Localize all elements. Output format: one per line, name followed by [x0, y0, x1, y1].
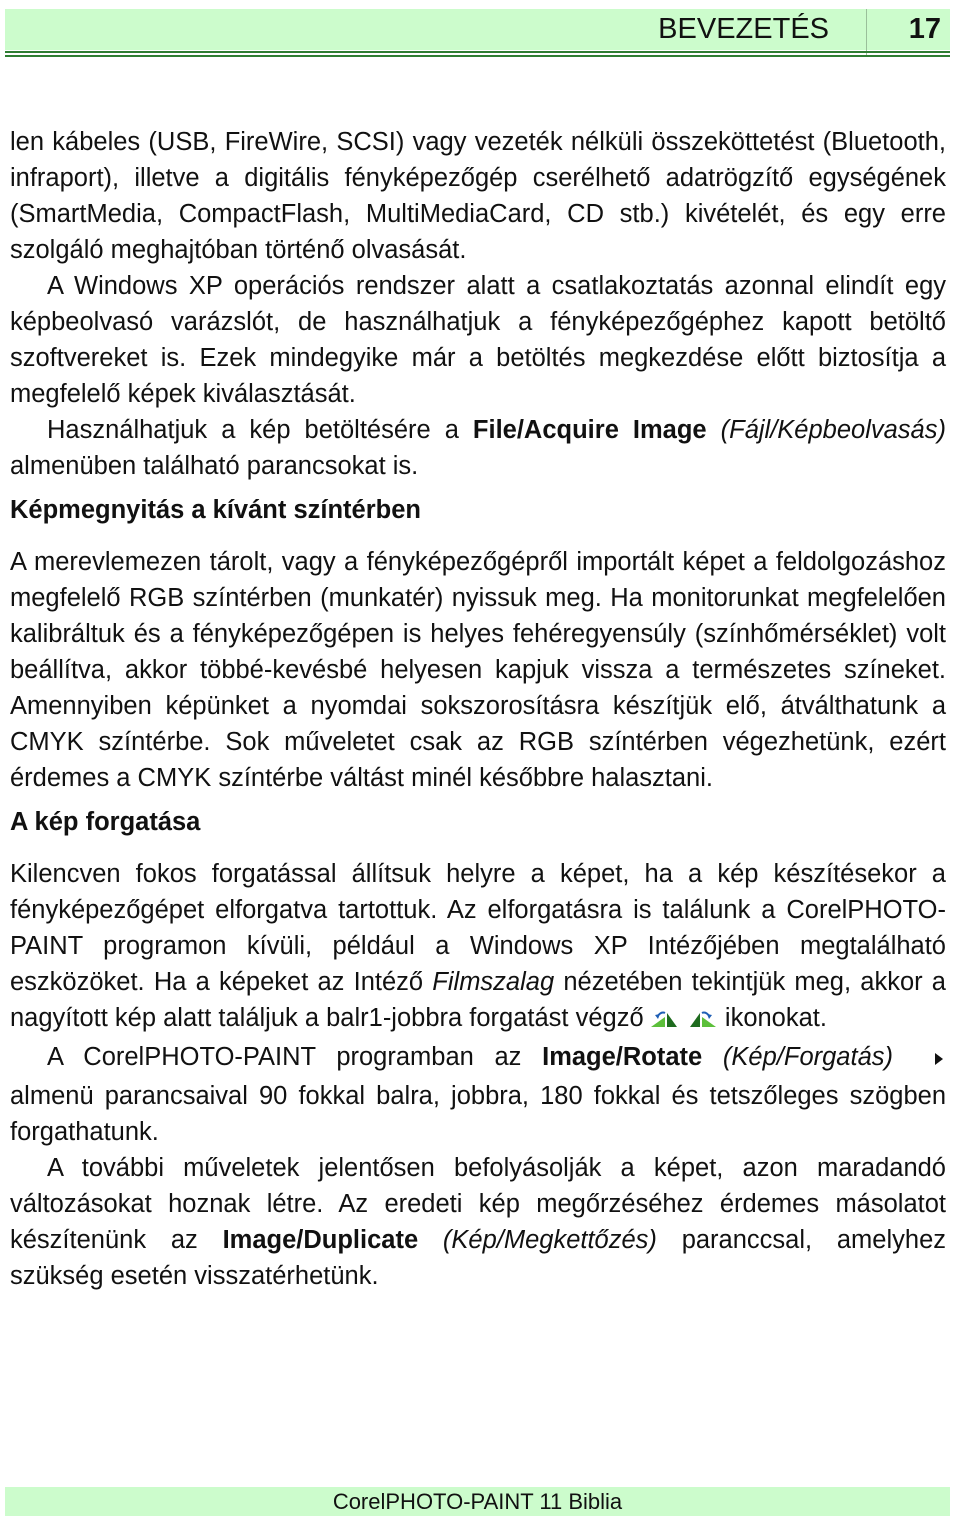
- text: almenüben található parancsokat is.: [10, 452, 419, 480]
- menu-path: File/Acquire Image: [472, 416, 707, 444]
- paragraph: Használhatjuk a kép betöltésére a File/A…: [10, 412, 946, 484]
- paragraph: A merevlemezen tárolt, vagy a fényképező…: [10, 548, 946, 792]
- rotate-right-icon: [688, 1003, 718, 1039]
- rotate-left-icon: [650, 1003, 681, 1039]
- paragraph: A további műveletek jelentősen befolyáso…: [10, 1150, 946, 1294]
- page-body: len kábeles (USB, FireWire, SCSI) vagy v…: [10, 124, 946, 1294]
- header-rule: [5, 55, 950, 57]
- paragraph: A Windows XP operációs rendszer alatt a …: [10, 272, 946, 408]
- text: Használhatjuk a kép betöltésére a: [47, 416, 473, 444]
- header-rule: [5, 51, 950, 53]
- text: A CorelPHOTO-PAINT programban az: [47, 1043, 543, 1071]
- running-footer: CorelPHOTO-PAINT 11 Biblia: [5, 1487, 950, 1516]
- text: ikonokat.: [717, 1004, 827, 1032]
- chapter-title: BEVEZETÉS: [658, 13, 829, 45]
- section-heading: Képmegnyitás a kívánt színtérben: [10, 496, 421, 524]
- view-name: Filmszalag: [432, 968, 555, 996]
- paragraph: len kábeles (USB, FireWire, SCSI) vagy v…: [10, 128, 946, 264]
- paragraph: Kilencven fokos forgatással állítsuk hel…: [10, 856, 946, 1039]
- menu-path-translation: (Kép/Forgatás): [722, 1043, 893, 1071]
- menu-path-translation: (Kép/Megkettőzés): [442, 1226, 657, 1254]
- paragraph: A CorelPHOTO-PAINT programban az Image/R…: [10, 1039, 946, 1150]
- submenu-arrow-icon: [893, 1042, 946, 1078]
- menu-path: Image/Rotate: [542, 1043, 703, 1071]
- menu-path-translation: (Fájl/Képbeolvasás): [720, 416, 946, 444]
- menu-path: Image/Duplicate: [222, 1226, 419, 1254]
- section-heading: A kép forgatása: [10, 808, 201, 836]
- text: almenü parancsaival 90 fokkal balra, job…: [10, 1082, 946, 1146]
- page-number: 17: [908, 13, 941, 45]
